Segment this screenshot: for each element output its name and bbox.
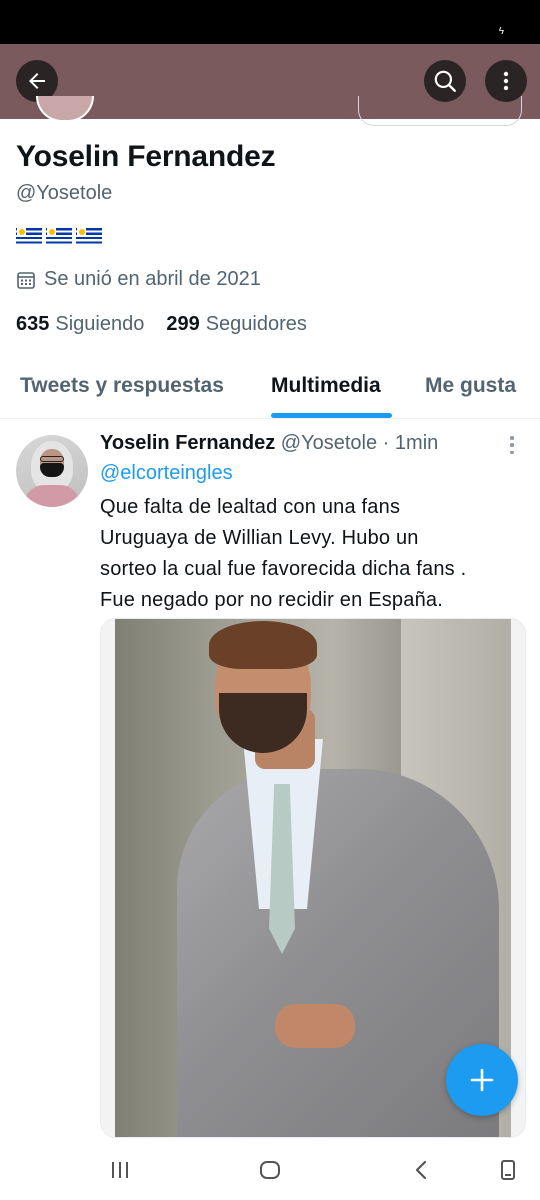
followers-label: Seguidores: [205, 313, 307, 335]
tab-likes[interactable]: Me gusta: [425, 374, 516, 398]
follow-stats: 635 Siguiendo 299 Seguidores: [16, 313, 307, 336]
tweet-more-icon[interactable]: [505, 434, 519, 456]
flag-uruguay-icon: [16, 226, 42, 246]
following-count: 635: [16, 313, 50, 335]
following-link[interactable]: 635 Siguiendo: [16, 313, 144, 336]
home-button[interactable]: [256, 1156, 284, 1184]
tweet-author-handle[interactable]: @Yosetole: [281, 432, 377, 454]
tweet-header: Yoselin Fernandez @Yosetole · 1min: [100, 432, 438, 455]
home-icon: [260, 1161, 280, 1179]
rotate-button[interactable]: [494, 1156, 522, 1184]
tweet-mention-link[interactable]: @elcorteingles: [100, 462, 233, 485]
flag-uruguay-icon: [76, 226, 102, 246]
search-icon: [434, 70, 456, 92]
joined-date: Se unió en abril de 2021: [16, 268, 261, 291]
joined-label: Se unió en abril de 2021: [44, 268, 261, 290]
charging-icon: ϟ: [498, 26, 504, 37]
recent-apps-button[interactable]: [106, 1156, 134, 1184]
arrow-left-icon: [29, 73, 45, 89]
more-vertical-icon: [503, 71, 509, 91]
back-nav-button[interactable]: [408, 1156, 436, 1184]
tweet-text: Que falta de lealtad con una fans Urugua…: [100, 496, 467, 611]
back-icon: [415, 1160, 427, 1180]
active-tab-indicator: [271, 413, 392, 418]
tab-tweets-replies[interactable]: Tweets y respuestas: [20, 374, 224, 398]
profile-tabs: Tweets y respuestas Multimedia Me gusta: [0, 360, 540, 419]
tab-media[interactable]: Multimedia: [271, 374, 381, 398]
compose-tweet-button[interactable]: [446, 1044, 518, 1116]
followers-link[interactable]: 299 Seguidores: [166, 313, 307, 336]
tweet-time[interactable]: 1min: [395, 432, 438, 454]
recent-apps-icon: [112, 1162, 128, 1178]
tweet-avatar[interactable]: [16, 435, 88, 507]
rotate-icon: [501, 1160, 515, 1180]
calendar-icon: [17, 271, 35, 289]
followers-count: 299: [166, 313, 200, 335]
profile-handle: @Yosetole: [16, 182, 113, 204]
follow-button[interactable]: [358, 96, 522, 126]
system-navigation-bar: [0, 1138, 540, 1200]
profile-bio: [16, 226, 102, 246]
following-label: Siguiendo: [55, 313, 145, 335]
tweet-separator: ·: [382, 432, 390, 454]
status-bar: ϟ: [0, 0, 540, 44]
profile-name: Yoselin Fernandez: [16, 140, 276, 173]
plus-icon: [470, 1068, 494, 1092]
flag-uruguay-icon: [46, 226, 72, 246]
tweet-author-name[interactable]: Yoselin Fernandez: [100, 432, 275, 454]
